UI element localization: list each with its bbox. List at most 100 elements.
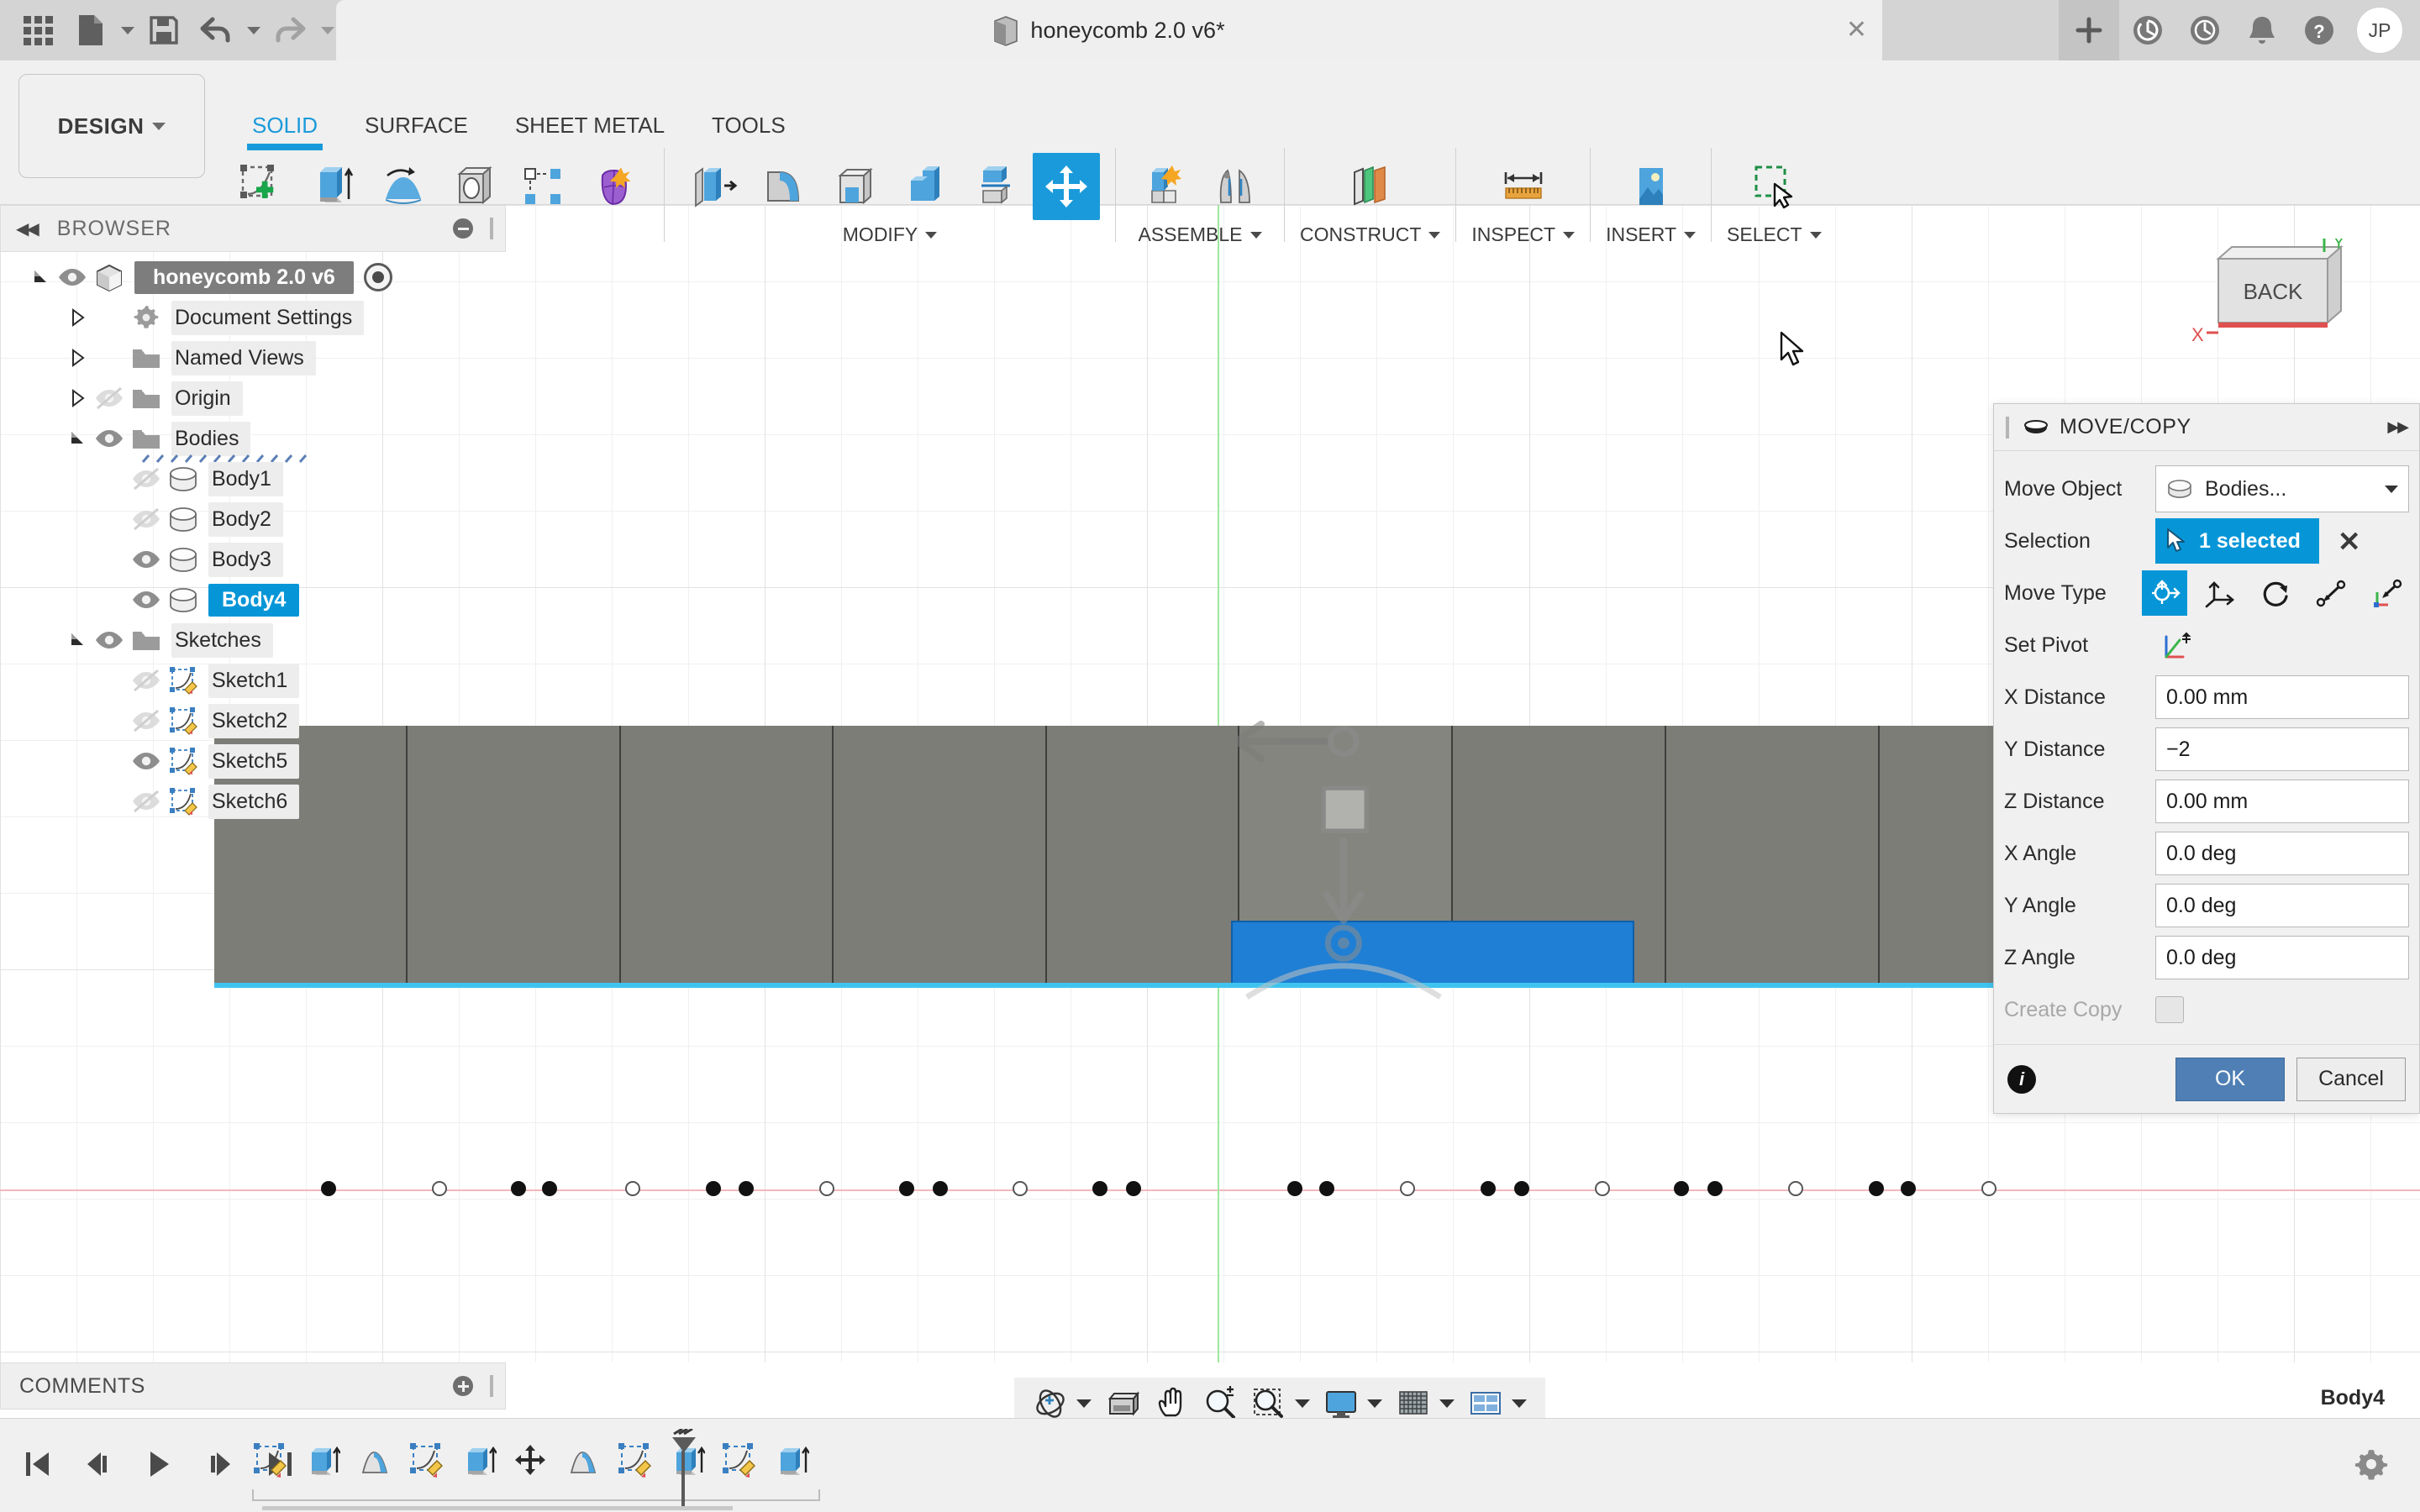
- new-file-icon[interactable]: [67, 8, 113, 53]
- cancel-button[interactable]: Cancel: [2296, 1057, 2406, 1101]
- pattern-rectangular-icon[interactable]: [511, 153, 578, 220]
- save-icon[interactable]: [141, 8, 187, 53]
- timeline-feature-move-copy[interactable]: [506, 1434, 555, 1488]
- sketch-vertex[interactable]: [1981, 1181, 1996, 1196]
- browser-tree-item-sketch2[interactable]: Sketch2: [0, 701, 513, 741]
- browser-tree-item-origin[interactable]: Origin: [0, 378, 513, 418]
- model-panel[interactable]: [1047, 726, 1239, 986]
- browser-tree-item-honeycomb-2-0-v6[interactable]: honeycomb 2.0 v6: [0, 257, 513, 297]
- close-icon[interactable]: ✕: [1846, 18, 1867, 43]
- app-grid-icon[interactable]: [15, 8, 60, 53]
- undo-icon[interactable]: [193, 8, 239, 53]
- undo-chevron-down-icon[interactable]: [247, 26, 260, 34]
- move-copy-dialog[interactable]: MOVE/COPY ▶▶ Move Object Bodies... Selec…: [1993, 403, 2420, 1114]
- sketch-vertex[interactable]: [625, 1181, 640, 1196]
- timeline-feature-extrude[interactable]: [454, 1434, 502, 1488]
- gear-icon[interactable]: [2348, 1441, 2395, 1488]
- recent-icon[interactable]: [2176, 0, 2233, 60]
- press-pull-icon[interactable]: [680, 153, 747, 220]
- workspace-selector[interactable]: DESIGN: [18, 74, 205, 178]
- sketch-vertex[interactable]: [899, 1181, 914, 1196]
- sketch-vertex[interactable]: [511, 1181, 526, 1196]
- ribbon-group-label-modify[interactable]: MODIFY: [843, 223, 938, 246]
- visibility-toggle[interactable]: [91, 629, 128, 651]
- shell-icon[interactable]: [821, 153, 888, 220]
- selected-body-highlight[interactable]: [1231, 921, 1634, 986]
- sketch-vertex[interactable]: [1013, 1181, 1028, 1196]
- timeline-marker[interactable]: [660, 1427, 696, 1508]
- avatar[interactable]: JP: [2356, 7, 2403, 54]
- browser-tree-item-sketch6[interactable]: Sketch6: [0, 781, 513, 822]
- browser-tree-item-body1[interactable]: Body1: [0, 459, 513, 499]
- sketch-vertex[interactable]: [1481, 1181, 1496, 1196]
- collapse-panel-icon[interactable]: ◀◀: [16, 218, 39, 239]
- visibility-toggle[interactable]: [128, 669, 165, 691]
- sketch-vertex[interactable]: [1514, 1181, 1529, 1196]
- browser-tree-item-sketch5[interactable]: Sketch5: [0, 741, 513, 781]
- browser-tree-item-body2[interactable]: Body2: [0, 499, 513, 539]
- timeline-feature-sketch[interactable]: [610, 1434, 659, 1488]
- new-file-chevron-down-icon[interactable]: [121, 26, 134, 34]
- ribbon-group-label-construct[interactable]: CONSTRUCT: [1300, 223, 1441, 246]
- step-forward-icon[interactable]: [197, 1439, 242, 1489]
- dialog-grip[interactable]: [2006, 416, 2009, 438]
- twist-control[interactable]: [66, 430, 91, 447]
- split-face-icon[interactable]: [962, 153, 1029, 220]
- visibility-toggle[interactable]: [91, 428, 128, 449]
- visibility-toggle[interactable]: [128, 508, 165, 530]
- ribbon-group-label-assemble[interactable]: ASSEMBLE: [1139, 223, 1262, 246]
- selection-button[interactable]: 1 selected: [2155, 518, 2319, 564]
- sketch-vertex[interactable]: [1319, 1181, 1334, 1196]
- browser-tree-item-sketch1[interactable]: Sketch1: [0, 660, 513, 701]
- timeline-feature-revolve[interactable]: [350, 1434, 398, 1488]
- browser-tree-item-body4[interactable]: Body4: [0, 580, 513, 620]
- panel-resize-handle[interactable]: [490, 218, 493, 239]
- viewports-chevron-down-icon[interactable]: [1512, 1399, 1527, 1408]
- model-panel[interactable]: [1666, 726, 1880, 986]
- move-object-select[interactable]: Bodies...: [2155, 465, 2409, 512]
- ribbon-group-label-inspect[interactable]: INSPECT: [1471, 223, 1576, 246]
- set-pivot-icon[interactable]: [2155, 622, 2201, 668]
- zoom-chevron-down-icon[interactable]: [1295, 1399, 1310, 1408]
- ok-button[interactable]: OK: [2175, 1057, 2285, 1101]
- timeline-feature-revolve[interactable]: [558, 1434, 607, 1488]
- sketch-vertex[interactable]: [706, 1181, 721, 1196]
- move-type-rotate-icon[interactable]: [2253, 570, 2298, 616]
- sketch-vertex[interactable]: [1126, 1181, 1141, 1196]
- sketch-vertex[interactable]: [542, 1181, 557, 1196]
- sketch-vertex[interactable]: [432, 1181, 447, 1196]
- timeline-feature-sketch[interactable]: [714, 1434, 763, 1488]
- form-icon[interactable]: [581, 153, 649, 220]
- sketch-vertex[interactable]: [1092, 1181, 1107, 1196]
- x-distance-input[interactable]: 0.00 mm: [2155, 675, 2409, 719]
- add-comment-icon[interactable]: [453, 1376, 473, 1396]
- select-window-icon[interactable]: [1740, 153, 1807, 220]
- sketch-vertex[interactable]: [321, 1181, 336, 1196]
- go-to-beginning-icon[interactable]: [15, 1439, 60, 1489]
- y-angle-input[interactable]: 0.0 deg: [2155, 884, 2409, 927]
- redo-icon[interactable]: [267, 8, 313, 53]
- activate-component-radio[interactable]: [363, 263, 392, 291]
- move-type-point-to-point-icon[interactable]: [2308, 570, 2354, 616]
- create-copy-checkbox[interactable]: [2155, 996, 2184, 1023]
- timeline-feature-extrude[interactable]: [766, 1434, 815, 1488]
- insert-image-icon[interactable]: [1618, 153, 1685, 220]
- dialog-header[interactable]: MOVE/COPY ▶▶: [1994, 404, 2419, 451]
- z-distance-input[interactable]: 0.00 mm: [2155, 780, 2409, 823]
- browser-tree-item-named-views[interactable]: Named Views: [0, 338, 513, 378]
- play-icon[interactable]: [136, 1439, 182, 1489]
- move-type-free-move-icon[interactable]: [2142, 570, 2187, 616]
- sketch-vertex[interactable]: [933, 1181, 948, 1196]
- twist-control[interactable]: [66, 349, 91, 367]
- timeline-feature-sketch[interactable]: [402, 1434, 450, 1488]
- measure-icon[interactable]: [1490, 153, 1557, 220]
- visibility-toggle[interactable]: [128, 549, 165, 570]
- model-panel[interactable]: [834, 726, 1047, 986]
- jobs-status-icon[interactable]: [2119, 0, 2176, 60]
- ribbon-group-label-select[interactable]: SELECT: [1727, 223, 1822, 246]
- sketch-vertex[interactable]: [1869, 1181, 1884, 1196]
- browser-tree-item-sketches[interactable]: Sketches: [0, 620, 513, 660]
- twist-control[interactable]: [66, 308, 91, 327]
- tab-tools[interactable]: TOOLS: [688, 113, 809, 150]
- sketch-vertex[interactable]: [1707, 1181, 1723, 1196]
